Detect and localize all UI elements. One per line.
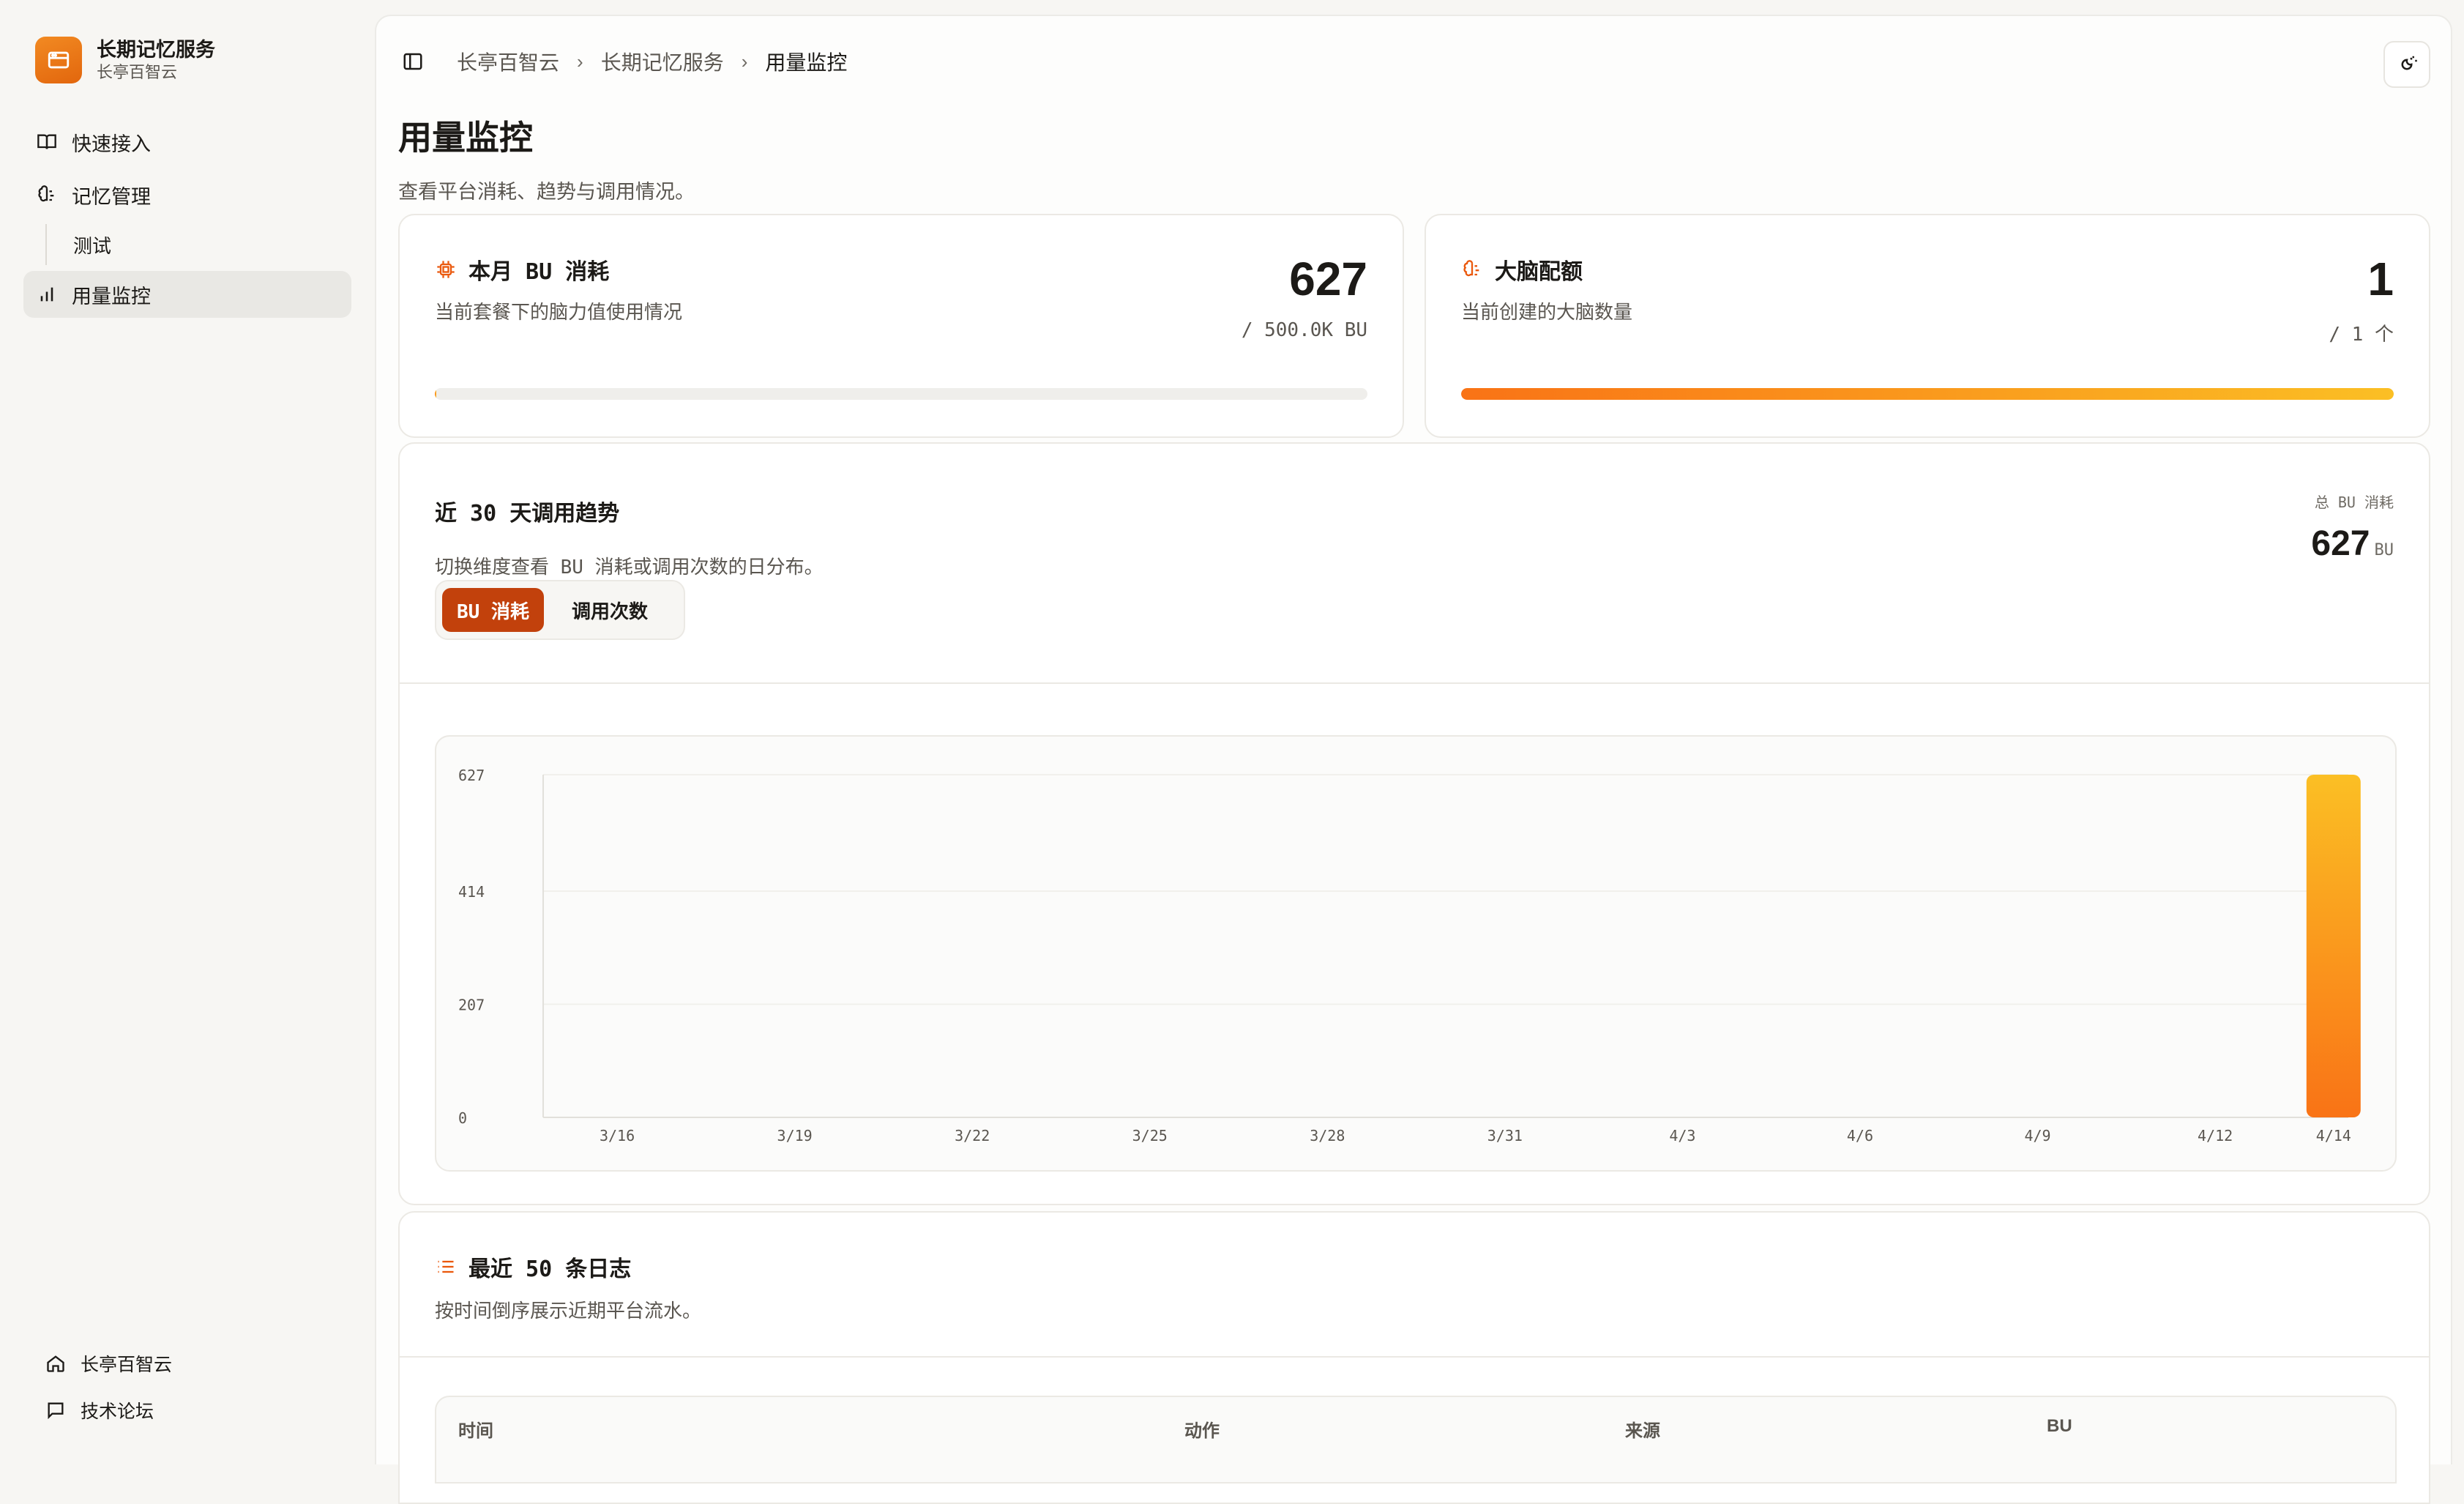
brand[interactable]: 长期记忆服务 长亭百智云 bbox=[35, 37, 215, 83]
chevron-right-icon: › bbox=[741, 50, 748, 72]
sidebar-toggle-icon[interactable] bbox=[398, 47, 428, 76]
bu-progress-bar bbox=[435, 388, 1367, 400]
divider bbox=[400, 682, 2429, 684]
brand-title: 长期记忆服务 bbox=[97, 39, 215, 61]
logs-table: 时间 动作 来源 BU bbox=[435, 1396, 2397, 1483]
list-icon bbox=[435, 1256, 457, 1278]
column-header-bu[interactable]: BU bbox=[2047, 1416, 2072, 1437]
brain-icon bbox=[1461, 258, 1483, 280]
brain-progress-bar bbox=[1461, 388, 2394, 400]
book-icon bbox=[35, 130, 59, 154]
chart-bar bbox=[2306, 775, 2361, 1117]
breadcrumb-item[interactable]: 长亭百智云 bbox=[457, 47, 559, 76]
sidebar-item-label: 快速接入 bbox=[72, 133, 151, 155]
y-tick-label: 414 bbox=[458, 883, 485, 901]
main-panel: 长亭百智云 › 长期记忆服务 › 用量监控 用量监控 查看平台消耗、趋势与调用情… bbox=[375, 15, 2452, 1504]
theme-toggle-button[interactable] bbox=[2383, 41, 2430, 88]
card-description: 切换维度查看 BU 消耗或调用次数的日分布。 bbox=[435, 556, 824, 578]
total-bu-summary: 总 BU 消耗 627 BU bbox=[2311, 491, 2394, 564]
total-bu-value: 627 bbox=[2311, 524, 2370, 563]
bu-usage-limit: / 500.0K BU bbox=[1241, 319, 1367, 341]
bu-usage-value: 627 bbox=[1289, 253, 1367, 305]
sidebar-subitem-test[interactable]: 测试 bbox=[45, 224, 351, 265]
divider bbox=[400, 1356, 2429, 1358]
card-description: 当前套餐下的脑力值使用情况 bbox=[435, 301, 683, 323]
breadcrumb-current: 用量监控 bbox=[765, 51, 848, 74]
bu-progress-fill bbox=[435, 388, 436, 400]
chevron-right-icon: › bbox=[577, 50, 583, 72]
column-header-source[interactable]: 来源 bbox=[1625, 1416, 1660, 1442]
y-tick-label: 207 bbox=[458, 996, 485, 1013]
topbar: 长亭百智云 › 长期记忆服务 › 用量监控 bbox=[398, 47, 847, 76]
brain-progress-fill bbox=[1461, 388, 2394, 400]
x-tick-label: 3/31 bbox=[1487, 1127, 1523, 1144]
column-header-time[interactable]: 时间 bbox=[458, 1416, 493, 1442]
card-title: 大脑配额 bbox=[1495, 260, 1583, 284]
card-title: 最近 50 条日志 bbox=[468, 1257, 632, 1282]
tab-call-count[interactable]: 调用次数 bbox=[557, 588, 662, 632]
tab-bu-consumption[interactable]: BU 消耗 bbox=[442, 588, 544, 632]
window-icon bbox=[35, 37, 82, 83]
sidebar-footer: 长亭百智云 技术论坛 bbox=[44, 1340, 172, 1434]
x-tick-label: 4/14 bbox=[2316, 1127, 2351, 1144]
brand-subtitle: 长亭百智云 bbox=[97, 63, 178, 81]
y-tick-label: 0 bbox=[458, 1109, 467, 1127]
breadcrumb-item[interactable]: 长期记忆服务 bbox=[601, 47, 724, 76]
trend-chart: 0 207 414 627 3/16 3/19 3/22 3/25 3/28 3/31 4/3 4/6… bbox=[435, 735, 2397, 1172]
trend-chart-svg: 0 207 414 627 3/16 3/19 3/22 3/25 3/28 3/31 4/3 4/6… bbox=[458, 767, 2361, 1144]
logs-card: 最近 50 条日志 按时间倒序展示近期平台流水。 时间 动作 来源 BU bbox=[398, 1211, 2430, 1504]
x-tick-label: 3/28 bbox=[1310, 1127, 1345, 1144]
y-tick-label: 627 bbox=[458, 767, 485, 784]
trend-card: 近 30 天调用趋势 切换维度查看 BU 消耗或调用次数的日分布。 总 BU 消… bbox=[398, 442, 2430, 1205]
sidebar-link-home[interactable]: 长亭百智云 bbox=[44, 1340, 172, 1387]
breadcrumb: 长亭百智云 › 长期记忆服务 › 用量监控 bbox=[457, 47, 847, 76]
x-tick-label: 4/12 bbox=[2198, 1127, 2233, 1144]
sidebar-link-forum[interactable]: 技术论坛 bbox=[44, 1387, 172, 1434]
brain-quota-limit: / 1 个 bbox=[2329, 324, 2394, 346]
x-tick-label: 4/9 bbox=[2024, 1127, 2050, 1144]
total-bu-label: 总 BU 消耗 bbox=[2314, 494, 2394, 511]
sidebar-item-usage-monitor[interactable]: 用量监控 bbox=[23, 271, 351, 318]
sidebar-item-label: 测试 bbox=[73, 234, 112, 257]
sidebar-link-label: 技术论坛 bbox=[81, 1401, 154, 1422]
x-tick-label: 3/19 bbox=[777, 1127, 813, 1144]
sidebar-item-label: 记忆管理 bbox=[72, 185, 151, 208]
sidebar-item-label: 用量监控 bbox=[72, 285, 151, 308]
sidebar: 长期记忆服务 长亭百智云 快速接入 记忆管理 测试 用量监控 长亭百智云 技术论… bbox=[0, 0, 373, 1450]
home-icon bbox=[44, 1352, 67, 1375]
card-description: 按时间倒序展示近期平台流水。 bbox=[435, 1300, 702, 1322]
brain-quota-card: 大脑配额 当前创建的大脑数量 1 / 1 个 bbox=[1425, 214, 2430, 438]
page-description: 查看平台消耗、趋势与调用情况。 bbox=[398, 181, 695, 203]
x-tick-label: 4/6 bbox=[1847, 1127, 1873, 1144]
sidebar-item-memory-management[interactable]: 记忆管理 bbox=[23, 171, 351, 218]
sidebar-link-label: 长亭百智云 bbox=[81, 1355, 173, 1375]
sidebar-item-quick-access[interactable]: 快速接入 bbox=[23, 119, 351, 165]
card-description: 当前创建的大脑数量 bbox=[1461, 301, 1633, 323]
x-tick-label: 4/3 bbox=[1669, 1127, 1695, 1144]
x-tick-label: 3/25 bbox=[1132, 1127, 1168, 1144]
card-title: 近 30 天调用趋势 bbox=[435, 501, 620, 526]
brain-quota-value: 1 bbox=[2367, 253, 2394, 305]
cpu-icon bbox=[435, 258, 457, 280]
bar-chart-icon bbox=[35, 283, 59, 306]
x-tick-label: 3/16 bbox=[600, 1127, 635, 1144]
page-title: 用量监控 bbox=[398, 119, 533, 157]
message-icon bbox=[44, 1399, 67, 1422]
sun-moon-icon bbox=[2401, 56, 2417, 70]
sidebar-nav: 快速接入 记忆管理 测试 用量监控 bbox=[23, 119, 351, 324]
dimension-switch: BU 消耗 调用次数 bbox=[435, 580, 685, 640]
bu-usage-card: 本月 BU 消耗 当前套餐下的脑力值使用情况 627 / 500.0K BU bbox=[398, 214, 1404, 438]
brain-icon bbox=[35, 183, 59, 206]
x-tick-label: 3/22 bbox=[955, 1127, 990, 1144]
card-title: 本月 BU 消耗 bbox=[468, 259, 610, 285]
column-header-action[interactable]: 动作 bbox=[1184, 1416, 1220, 1442]
total-bu-unit: BU bbox=[2374, 541, 2394, 559]
